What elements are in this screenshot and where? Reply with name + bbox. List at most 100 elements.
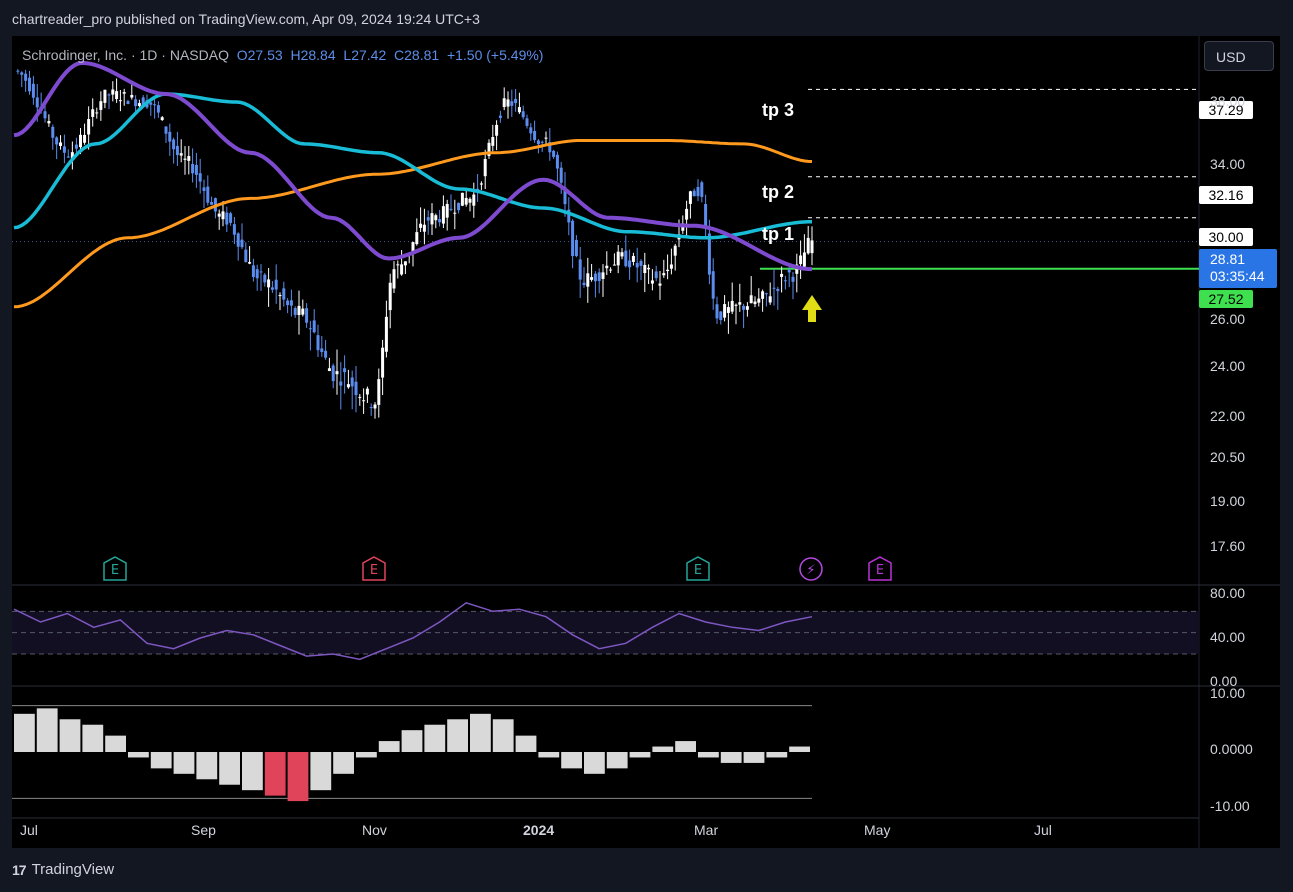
osc-bar [652, 746, 674, 752]
osc-bar [378, 741, 400, 752]
osc-bar [196, 752, 218, 780]
y-tick: 24.00 [1210, 358, 1246, 374]
candle-body [365, 388, 369, 395]
candle-body [734, 304, 738, 306]
candle-body [274, 279, 278, 290]
tradingview-mark-icon: 17 [12, 861, 27, 878]
tradingview-brand: TradingView [31, 861, 115, 878]
osc-bar [629, 752, 651, 758]
osc-bar [264, 752, 286, 796]
candle-body [555, 154, 559, 169]
y-tick: 26.00 [1210, 311, 1246, 327]
osc-y-tick: -10.00 [1210, 798, 1250, 814]
candle-body [673, 245, 677, 256]
candle-body [639, 260, 643, 266]
candle-body [153, 104, 157, 106]
osc-bar [743, 752, 765, 763]
legend-change: +1.50 (+5.49%) [446, 47, 544, 63]
candle-body [118, 100, 122, 102]
candle-body [510, 101, 514, 106]
event-label: E [876, 563, 884, 578]
osc-bar [766, 752, 788, 758]
candle-body [582, 282, 586, 286]
candle-body [83, 134, 87, 143]
candle-body [521, 111, 525, 118]
candle-body [175, 145, 179, 156]
candle-body [544, 137, 548, 139]
candle-body [331, 365, 335, 382]
candle-body [445, 203, 449, 218]
candle-body [426, 217, 430, 221]
candle-body [244, 249, 248, 263]
y-tick: 19.00 [1210, 493, 1246, 509]
event-label: E [111, 563, 119, 578]
tp2-price-tag: 32.16 [1199, 186, 1253, 204]
candle-body [396, 264, 400, 266]
candle-body [343, 368, 347, 373]
osc-bar [128, 752, 149, 758]
candle-body [301, 308, 305, 315]
candle-body [768, 296, 772, 303]
candle-body [799, 255, 803, 265]
candle-body [95, 112, 99, 114]
candle-body [685, 208, 689, 220]
x-tick: May [864, 822, 891, 838]
candle-body [704, 204, 708, 229]
candle-body [700, 182, 704, 197]
candle-body [339, 381, 343, 386]
candle-body [191, 163, 195, 174]
candle-body [696, 186, 700, 197]
candle-body [780, 273, 784, 277]
candle-body [415, 232, 419, 245]
candle-body [529, 127, 533, 134]
candle-body [320, 348, 324, 353]
event-label: E [370, 563, 378, 578]
candle-body [305, 308, 309, 323]
candle-body [164, 126, 168, 134]
candle-body [802, 252, 806, 267]
candle-body [601, 272, 605, 279]
osc-bar [720, 752, 742, 763]
candle-body [217, 213, 221, 217]
candle-body [31, 83, 35, 98]
candle-body [525, 118, 529, 126]
candle-body [327, 368, 331, 372]
candle-body [289, 300, 293, 306]
x-tick: Mar [694, 822, 719, 838]
candle-body [400, 264, 404, 275]
candle-body [495, 124, 499, 136]
x-tick: Jul [1034, 822, 1052, 838]
candle-body [609, 269, 613, 271]
candle-body [51, 126, 55, 138]
candle-body [719, 311, 723, 321]
candle-body [43, 111, 47, 119]
currency-button[interactable]: USD [1204, 41, 1274, 71]
candle-body [749, 295, 753, 304]
osc-bar [14, 713, 35, 752]
candle-body [772, 287, 776, 289]
candle-body [460, 192, 464, 206]
candle-body [514, 98, 518, 104]
candle-body [449, 208, 453, 210]
osc-bar [515, 735, 537, 752]
candle-body [635, 262, 639, 268]
candle-body [232, 224, 236, 235]
osc-bar [287, 752, 309, 802]
candle-body [263, 274, 267, 283]
candle-body [62, 146, 66, 153]
tradingview-logo[interactable]: 17 TradingView [12, 861, 114, 878]
candle-body [346, 384, 350, 388]
candle-body [742, 305, 746, 310]
chart-canvas[interactable]: E E E ⚡ E [0, 0, 1293, 892]
candle-body [324, 350, 328, 358]
candle-body [255, 269, 259, 279]
candle-body [464, 197, 468, 205]
candle-body [229, 213, 233, 223]
candle-body [411, 242, 415, 252]
current-price-value: 28.81 [1210, 251, 1246, 267]
symbol-legend: Schrodinger, Inc. · 1D · NASDAQ O27.53 H… [22, 47, 543, 63]
rsi-y-tick: 80.00 [1210, 585, 1246, 601]
candle-body [624, 250, 628, 267]
osc-bar [470, 713, 491, 752]
candle-body [115, 91, 119, 100]
